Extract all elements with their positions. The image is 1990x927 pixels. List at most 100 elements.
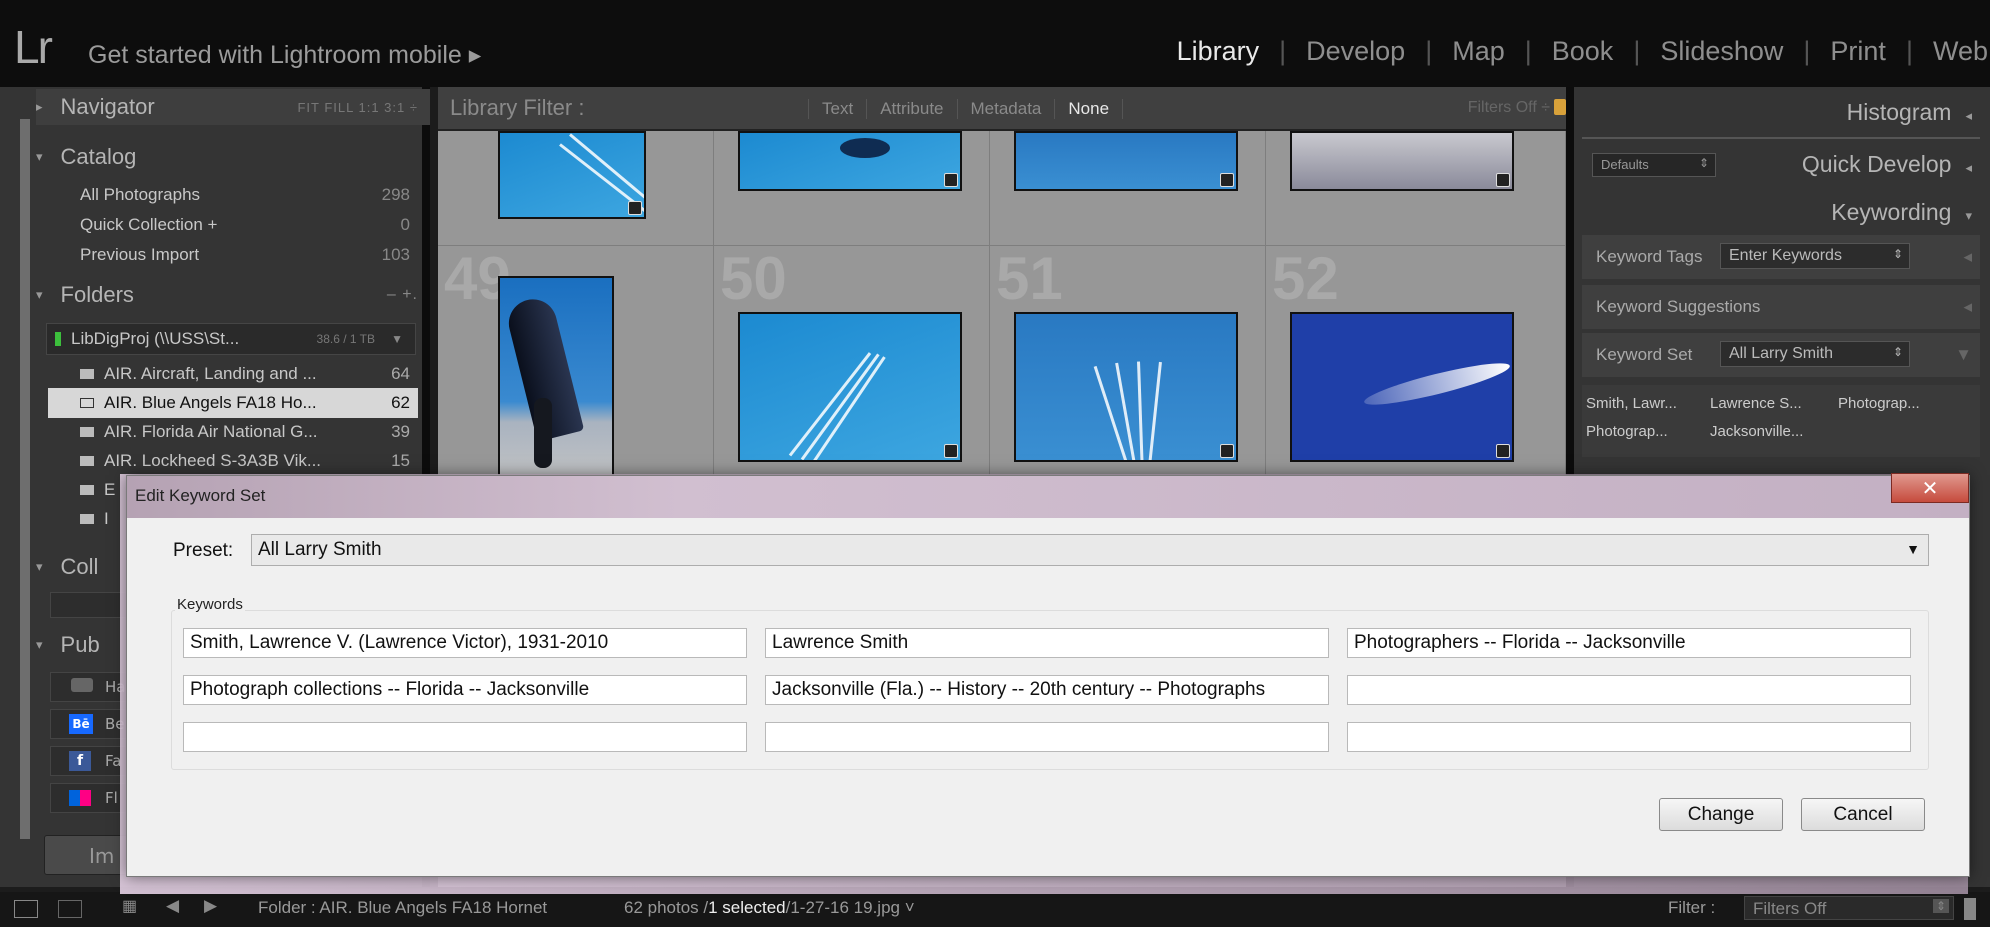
keyword-field[interactable]: Jacksonville (Fla.) -- History -- 20th c… [765, 675, 1329, 705]
preset-label: Preset: [173, 540, 234, 561]
forward-arrow-icon[interactable]: ▶ [204, 896, 217, 916]
keyword-field[interactable] [1347, 722, 1911, 752]
filter-text[interactable]: Text [808, 99, 866, 119]
metadata-badge-icon [1220, 173, 1234, 187]
keyword-set-button[interactable]: Jacksonville... [1710, 417, 1803, 445]
quick-develop-header[interactable]: Quick Develop ◂ [1802, 151, 1972, 178]
filters-off-dropdown[interactable]: Filters Off ÷ [1468, 99, 1550, 117]
volume-row[interactable]: LibDigProj (\\USS\St... 38.6 / 1 TB ▼ [46, 323, 416, 355]
navigator-zoom-options[interactable]: FIT FILL 1:1 3:1 ÷ [297, 100, 418, 115]
folder-item[interactable]: AIR. Florida Air National G... 39 [48, 417, 418, 447]
grid-cell[interactable] [714, 131, 990, 246]
photo-thumbnail[interactable] [1014, 312, 1238, 462]
navigator-header[interactable]: ▸ Navigator FIT FILL 1:1 3:1 ÷ [36, 89, 430, 125]
expand-triangle-icon: ▾ [36, 287, 43, 302]
grid-view-icon[interactable]: ▦ [122, 896, 137, 916]
folder-item-selected[interactable]: AIR. Blue Angels FA18 Ho... 62 [48, 388, 418, 418]
lock-icon[interactable] [1554, 99, 1566, 115]
folders-header[interactable]: ▾ Folders – +. [36, 277, 430, 313]
photo-thumbnail[interactable] [738, 131, 962, 191]
keyword-set-dropdown[interactable]: All Larry Smith ⇕ [1720, 341, 1910, 367]
filter-none[interactable]: None [1054, 99, 1122, 119]
develop-preset-dropdown[interactable]: Defaults ⇕ [1592, 153, 1716, 177]
lightroom-window: Lr Get started with Lightroom mobile ▸ L… [0, 0, 1990, 927]
metadata-badge-icon [1496, 173, 1510, 187]
grid-cell[interactable] [990, 131, 1266, 246]
keyword-set-button[interactable]: Smith, Lawr... [1586, 389, 1677, 417]
keyword-field[interactable]: Lawrence Smith [765, 628, 1329, 658]
catalog-item-quick-collection[interactable]: Quick Collection +0 [80, 211, 410, 239]
photo-thumbnail[interactable] [738, 312, 962, 462]
collapse-triangle-icon[interactable]: ◂ [1963, 247, 1972, 267]
module-book[interactable]: Book [1534, 36, 1632, 67]
photo-thumbnail[interactable] [1290, 312, 1514, 462]
secondary-display-icon[interactable] [58, 900, 82, 918]
photo-thumbnail[interactable] [1014, 131, 1238, 191]
close-icon[interactable]: ✕ [1891, 473, 1969, 503]
grid-cell[interactable] [1266, 131, 1566, 246]
flickr-icon [69, 790, 91, 806]
grid-cell[interactable] [438, 131, 714, 246]
dialog-title-bar[interactable]: Edit Keyword Set [127, 476, 1969, 518]
volume-status-icon [55, 332, 61, 346]
module-print[interactable]: Print [1812, 36, 1904, 67]
stepper-icon: ⇕ [1892, 345, 1903, 359]
back-arrow-icon[interactable]: ◀ [166, 896, 179, 916]
volume-menu-icon[interactable]: ▼ [391, 332, 403, 346]
keywording-header[interactable]: Keywording ▾ [1831, 199, 1972, 226]
metadata-badge-icon [944, 173, 958, 187]
library-filter-options: Text Attribute Metadata None [808, 99, 1124, 119]
filmstrip-toggle-icon[interactable] [1964, 898, 1976, 920]
keyword-tags-dropdown[interactable]: Enter Keywords ⇕ [1720, 243, 1910, 269]
photo-thumbnail[interactable] [1290, 131, 1514, 191]
left-panel-scrollbar[interactable] [20, 119, 30, 839]
keyword-field[interactable]: Photograph collections -- Florida -- Jac… [183, 675, 747, 705]
expand-triangle-icon: ▾ [36, 637, 43, 652]
library-filter-label: Library Filter : [450, 95, 585, 120]
folder-source-label[interactable]: Folder : AIR. Blue Angels FA18 Hornet [258, 898, 547, 918]
keyword-set-button[interactable]: Lawrence S... [1710, 389, 1802, 417]
module-develop[interactable]: Develop [1288, 36, 1423, 67]
collapse-triangle-icon: ◂ [1965, 108, 1972, 123]
keyword-set-button[interactable]: Photograp... [1586, 417, 1668, 445]
expand-triangle-icon: ▾ [36, 559, 43, 574]
primary-display-icon[interactable] [14, 900, 38, 918]
filter-preset-dropdown[interactable]: Filters Off ⇕ [1744, 896, 1954, 920]
cancel-button[interactable]: Cancel [1801, 798, 1925, 831]
filter-metadata[interactable]: Metadata [956, 99, 1055, 119]
keyword-field[interactable] [1347, 675, 1911, 705]
keyword-set-row: Keyword Set All Larry Smith ⇕ ▼ [1582, 333, 1980, 377]
keyword-set-button[interactable]: Photograp... [1838, 389, 1920, 417]
folders-add-remove[interactable]: – +. [387, 286, 418, 304]
catalog-item-previous-import[interactable]: Previous Import 103 [80, 241, 410, 269]
get-started-link[interactable]: Get started with Lightroom mobile ▸ [88, 40, 481, 70]
keyword-field[interactable]: Smith, Lawrence V. (Lawrence Victor), 19… [183, 628, 747, 658]
module-map[interactable]: Map [1434, 36, 1523, 67]
expand-triangle-icon[interactable]: ▼ [1955, 345, 1972, 365]
photo-thumbnail[interactable] [498, 131, 646, 219]
change-button[interactable]: Change [1659, 798, 1783, 831]
histogram-header[interactable]: Histogram ◂ [1847, 99, 1972, 126]
folder-item[interactable]: AIR. Lockheed S-3A3B Vik... 15 [48, 446, 418, 476]
keyword-field[interactable]: Photographers -- Florida -- Jacksonville [1347, 628, 1911, 658]
catalog-header[interactable]: ▾ Catalog [36, 139, 430, 175]
cell-index: 52 [1272, 245, 1339, 312]
filter-label: Filter : [1668, 898, 1716, 917]
keyword-suggestions-row[interactable]: Keyword Suggestions ◂ [1582, 285, 1980, 329]
keyword-field[interactable] [183, 722, 747, 752]
module-slideshow[interactable]: Slideshow [1642, 36, 1801, 67]
folder-icon [80, 369, 94, 379]
collapse-triangle-icon: ▸ [36, 99, 43, 114]
photo-count-info: 62 photos /1 selected/1-27-16 19.jpg ˅ [624, 898, 915, 917]
folder-item[interactable]: AIR. Aircraft, Landing and ... 64 [48, 359, 418, 389]
metadata-badge-icon [1496, 444, 1510, 458]
filter-attribute[interactable]: Attribute [866, 99, 956, 119]
keyword-field[interactable] [765, 722, 1329, 752]
catalog-item-all-photographs[interactable]: All Photographs 298 [80, 181, 410, 209]
module-web[interactable]: Web [1915, 36, 1990, 67]
facebook-icon: f [69, 751, 91, 771]
behance-icon: Bē [69, 714, 93, 734]
preset-select[interactable]: All Larry Smith ▼ [251, 534, 1929, 566]
photo-thumbnail[interactable] [498, 276, 614, 486]
module-library[interactable]: Library [1159, 36, 1278, 67]
